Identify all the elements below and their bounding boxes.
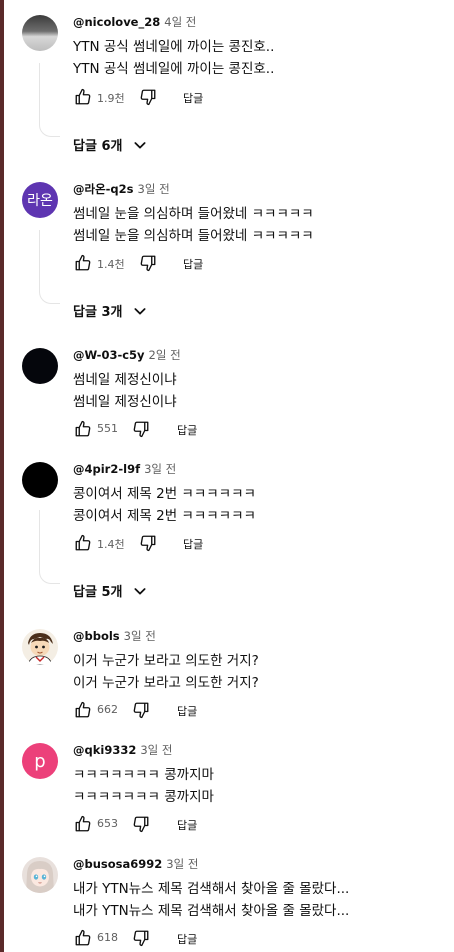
- comment-text: YTN 공식 썸네일에 까이는 콩진호..: [73, 61, 275, 77]
- like-count: 618: [97, 931, 118, 944]
- comment-actions: 1.9천 답글: [73, 87, 293, 107]
- like-count: 551: [97, 422, 118, 435]
- thumb-up-icon[interactable]: [73, 253, 93, 273]
- comment-text: 내가 YTN뉴스 제목 검색해서 찾아올 줄 몰랐다...: [73, 881, 350, 897]
- comment-text: ㅋㅋㅋㅋㅋㅋㅋ 콩까지마: [73, 767, 214, 783]
- comment-header: @busosa6992 3일 전: [73, 856, 198, 872]
- like-count: 1.4천: [97, 538, 125, 551]
- avatar-initials: p: [34, 750, 46, 772]
- comment-time[interactable]: 2일 전: [149, 348, 181, 362]
- comment-time[interactable]: 4일 전: [164, 15, 196, 29]
- avatar[interactable]: [22, 348, 58, 384]
- thread-connector: [39, 63, 60, 137]
- comment-text: 이거 누군가 보라고 의도한 거지?: [73, 675, 259, 691]
- avatar-initials: 라온: [27, 193, 53, 209]
- comment-text: 내가 YTN뉴스 제목 검색해서 찾아올 줄 몰랐다...: [73, 903, 350, 919]
- reply-button[interactable]: 답글: [177, 703, 197, 719]
- avatar[interactable]: [22, 462, 58, 498]
- thread-connector: [39, 230, 60, 304]
- author-name[interactable]: @4pir2-l9f: [73, 462, 140, 476]
- thumb-down-icon[interactable]: [138, 87, 158, 107]
- like-count: 662: [97, 703, 118, 716]
- thumb-up-icon[interactable]: [73, 700, 93, 720]
- comment-text: 콩이여서 제목 2번 ㅋㅋㅋㅋㅋㅋ: [73, 508, 256, 524]
- comment-text: 썸네일 눈을 의심하며 들어왔네 ㅋㅋㅋㅋㅋ: [73, 228, 314, 244]
- author-name[interactable]: @nicolove_28: [73, 15, 160, 29]
- like-count: 653: [97, 817, 118, 830]
- comment-header: @qki9332 3일 전: [73, 742, 172, 758]
- comment-actions: 1.4천 답글: [73, 533, 293, 553]
- comment-text: 콩이여서 제목 2번 ㅋㅋㅋㅋㅋㅋ: [73, 486, 256, 502]
- chevron-down-icon: [132, 137, 148, 153]
- comment-actions: 1.4천 답글: [73, 253, 293, 273]
- view-replies-button[interactable]: 답글 3개: [73, 301, 148, 320]
- reply-button[interactable]: 답글: [177, 817, 197, 833]
- reply-button[interactable]: 답글: [183, 256, 203, 272]
- avatar[interactable]: [22, 857, 58, 893]
- thread-connector: [39, 510, 60, 584]
- author-name[interactable]: @라온-q2s: [73, 182, 134, 196]
- comment-text: 이거 누군가 보라고 의도한 거지?: [73, 653, 259, 669]
- author-name[interactable]: @qki9332: [73, 743, 136, 757]
- comment-actions: 618 답글: [73, 928, 293, 948]
- comment-actions: 551 답글: [73, 419, 293, 439]
- thumb-up-icon[interactable]: [73, 928, 93, 948]
- thumb-down-icon[interactable]: [138, 533, 158, 553]
- thumb-up-icon[interactable]: [73, 533, 93, 553]
- chevron-down-icon: [132, 303, 148, 319]
- comment-time[interactable]: 3일 전: [166, 857, 198, 871]
- comment-time[interactable]: 3일 전: [140, 743, 172, 757]
- comment-header: @bbols 3일 전: [73, 628, 156, 644]
- replies-count-label: 답글 5개: [73, 585, 123, 600]
- left-window-edge: [0, 0, 4, 952]
- thumb-up-icon[interactable]: [73, 419, 93, 439]
- view-replies-button[interactable]: 답글 5개: [73, 581, 148, 600]
- comment-header: @nicolove_28 4일 전: [73, 14, 196, 30]
- chevron-down-icon: [132, 583, 148, 599]
- comment-header: @4pir2-l9f 3일 전: [73, 461, 176, 477]
- replies-count-label: 답글 6개: [73, 139, 123, 154]
- comment-text: 썸네일 제정신이냐: [73, 394, 177, 410]
- comment-text: YTN 공식 썸네일에 까이는 콩진호..: [73, 39, 275, 55]
- reply-button[interactable]: 답글: [183, 90, 203, 106]
- view-replies-button[interactable]: 답글 6개: [73, 135, 148, 154]
- reply-button[interactable]: 답글: [177, 422, 197, 438]
- thumb-down-icon[interactable]: [131, 928, 151, 948]
- comment-header: @W-03-c5y 2일 전: [73, 347, 181, 363]
- comment-text: 썸네일 눈을 의심하며 들어왔네 ㅋㅋㅋㅋㅋ: [73, 206, 314, 222]
- author-name[interactable]: @W-03-c5y: [73, 348, 145, 362]
- comment-time[interactable]: 3일 전: [124, 629, 156, 643]
- comment-text: 썸네일 제정신이냐: [73, 372, 177, 388]
- author-name[interactable]: @busosa6992: [73, 857, 162, 871]
- thumb-down-icon[interactable]: [131, 419, 151, 439]
- comment-header: @라온-q2s 3일 전: [73, 181, 170, 197]
- like-count: 1.4천: [97, 258, 125, 271]
- comment-time[interactable]: 3일 전: [144, 462, 176, 476]
- thumb-down-icon[interactable]: [138, 253, 158, 273]
- thumb-down-icon[interactable]: [131, 700, 151, 720]
- comment-time[interactable]: 3일 전: [138, 182, 170, 196]
- thumb-up-icon[interactable]: [73, 814, 93, 834]
- comment-text: ㅋㅋㅋㅋㅋㅋㅋ 콩까지마: [73, 789, 214, 805]
- reply-button[interactable]: 답글: [183, 536, 203, 552]
- comment-actions: 653 답글: [73, 814, 293, 834]
- thumb-up-icon[interactable]: [73, 87, 93, 107]
- avatar[interactable]: p: [22, 743, 58, 779]
- author-name[interactable]: @bbols: [73, 629, 120, 643]
- like-count: 1.9천: [97, 92, 125, 105]
- comment-actions: 662 답글: [73, 700, 293, 720]
- avatar[interactable]: [22, 15, 58, 51]
- avatar[interactable]: 라온: [22, 182, 58, 218]
- avatar[interactable]: [22, 629, 58, 665]
- reply-button[interactable]: 답글: [177, 931, 197, 947]
- replies-count-label: 답글 3개: [73, 305, 123, 320]
- thumb-down-icon[interactable]: [131, 814, 151, 834]
